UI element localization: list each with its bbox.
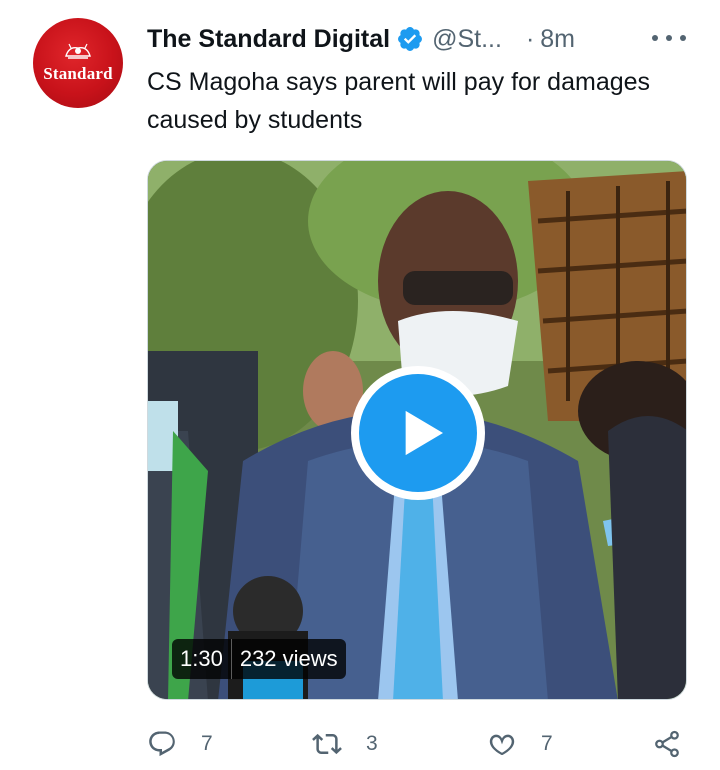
avatar[interactable]: Standard [33,18,123,108]
reply-button[interactable]: 7 [147,724,213,764]
like-button[interactable]: 7 [487,724,553,764]
more-dot [666,35,672,41]
play-button[interactable] [351,366,485,500]
separator-dot: · [525,24,535,53]
play-icon [405,410,443,456]
timestamp[interactable]: 8m [540,25,575,54]
like-icon [489,734,515,756]
video-player[interactable]: 1:30 232 views [147,160,687,700]
video-stats: 1:30 232 views [172,639,346,679]
like-count: 7 [541,732,553,755]
share-icon [655,730,679,758]
avatar-logo-text: Standard [43,64,113,83]
views-badge: 232 views [230,639,346,679]
handle[interactable]: @St... [432,25,502,54]
tweet-text: CS Magoha says parent will pay for damag… [147,68,651,134]
duration-badge: 1:30 [172,639,231,679]
action-bar: 7 3 7 [147,724,687,764]
retweet-count: 3 [366,732,378,755]
display-name[interactable]: The Standard Digital [147,25,390,54]
reply-count: 7 [201,732,213,755]
verified-badge-icon [398,27,423,51]
crest-icon [65,43,91,59]
more-icon[interactable] [652,30,686,46]
tweet-header: The Standard Digital @St... · 8m [147,22,575,56]
more-dot [680,35,686,41]
reply-icon [149,731,175,757]
play-button-circle [359,374,477,492]
more-dot [652,35,658,41]
retweet-icon [312,733,342,755]
share-button[interactable] [652,724,682,764]
retweet-button[interactable]: 3 [312,724,378,764]
